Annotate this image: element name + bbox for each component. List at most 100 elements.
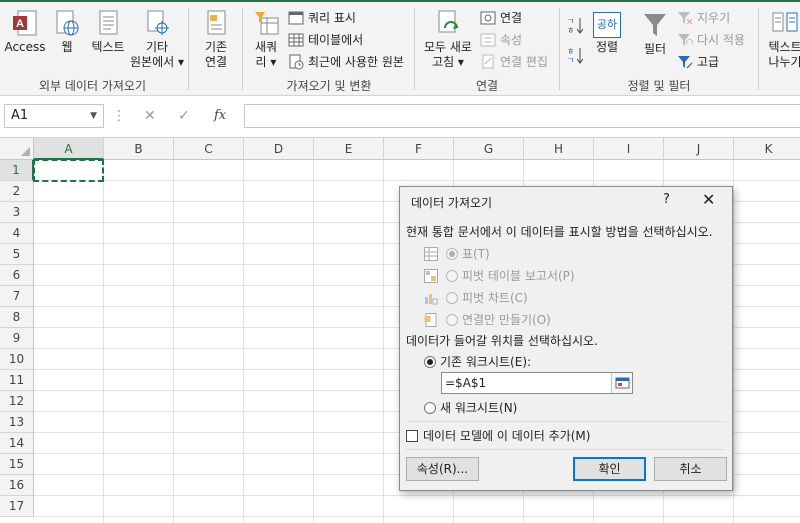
ribbon-separator — [242, 8, 243, 90]
sort-ascending-button[interactable]: ㄱㅎ — [567, 14, 587, 35]
row-header-9[interactable]: 9 — [0, 328, 34, 349]
ribbon-separator — [414, 8, 415, 90]
grid-column-line — [243, 160, 244, 523]
ribbon: A Access 웹 텍스트 기타 원본에서 ▾ 외부 데이터 가져오기 기존 … — [0, 0, 800, 96]
option-pivot-chart[interactable]: 피벗 차트(C) — [424, 289, 528, 307]
row-header-15[interactable]: 15 — [0, 454, 34, 475]
advanced-filter-icon — [677, 54, 693, 70]
column-header-h[interactable]: H — [524, 138, 594, 160]
filter-button[interactable]: 필터 — [637, 10, 673, 57]
sort-descending-button[interactable]: ㅎㄱ — [567, 44, 587, 65]
dialog-divider — [406, 421, 726, 422]
new-query-button[interactable]: 새쿼 리 ▾ — [248, 8, 284, 70]
existing-worksheet-option[interactable]: 기존 워크시트(E): — [424, 353, 531, 371]
properties-button[interactable]: 속성(R)... — [406, 457, 479, 481]
connections-button[interactable]: 연결 — [480, 8, 522, 28]
option-pivot-table[interactable]: 피벗 테이블 보고서(P) — [424, 267, 575, 285]
row-header-4[interactable]: 4 — [0, 223, 34, 244]
insert-function-icon[interactable]: fx — [214, 104, 226, 128]
add-to-data-model-label: 데이터 모델에 이 데이터 추가(M) — [423, 429, 591, 443]
option-table-radio[interactable] — [446, 247, 458, 260]
add-to-data-model-checkbox[interactable] — [406, 429, 418, 442]
row-header-1[interactable]: 1 — [0, 160, 34, 181]
view-prompt: 현재 통합 문서에서 이 데이터를 표시할 방법을 선택하십시오. — [406, 225, 713, 239]
other-sources-button[interactable]: 기타 원본에서 ▾ — [128, 8, 186, 70]
refresh-all-label-2: 고침 ▾ — [432, 55, 464, 69]
cancel-entry-icon[interactable]: ✕ — [144, 104, 156, 128]
show-queries-button[interactable]: 쿼리 표시 — [288, 8, 356, 28]
row-header-13[interactable]: 13 — [0, 412, 34, 433]
web-button[interactable]: 웹 — [52, 8, 82, 55]
enter-entry-icon[interactable]: ✓ — [178, 104, 190, 128]
sort-button[interactable]: 공하 정렬 — [591, 12, 623, 55]
range-select-button[interactable] — [611, 373, 632, 393]
row-header-8[interactable]: 8 — [0, 307, 34, 328]
refresh-all-button[interactable]: 모두 새로 고침 ▾ — [420, 8, 476, 70]
existing-connections-button[interactable]: 기존 연결 — [196, 8, 236, 70]
get-transform-group-label: 가져오기 및 변환 — [286, 79, 372, 93]
recent-sources-button[interactable]: 최근에 사용한 원본 — [288, 52, 404, 72]
close-button[interactable]: ✕ — [702, 190, 715, 209]
text-button[interactable]: 텍스트 — [86, 8, 130, 55]
name-box-value: A1 — [11, 108, 29, 123]
row-header-5[interactable]: 5 — [0, 244, 34, 265]
column-header-d[interactable]: D — [244, 138, 314, 160]
column-header-i[interactable]: I — [594, 138, 664, 160]
new-query-label-1: 새쿼 — [254, 40, 278, 54]
option-pivot-chart-radio[interactable] — [446, 291, 458, 304]
access-icon: A — [10, 8, 40, 38]
row-header-12[interactable]: 12 — [0, 391, 34, 412]
row-header-17[interactable]: 17 — [0, 496, 34, 517]
row-header-11[interactable]: 11 — [0, 370, 34, 391]
text-to-columns-button[interactable]: 텍스트 나누기 — [762, 8, 800, 70]
advanced-filter-label: 고급 — [697, 55, 720, 69]
advanced-filter-button[interactable]: 고급 — [677, 52, 719, 72]
row-header-6[interactable]: 6 — [0, 265, 34, 286]
option-table[interactable]: 표(T) — [424, 245, 490, 263]
reapply-label: 다시 적용 — [697, 33, 745, 47]
ok-button[interactable]: 확인 — [573, 457, 646, 481]
name-box-dropdown-icon[interactable]: ▼ — [90, 105, 97, 127]
new-worksheet-radio[interactable] — [424, 401, 436, 414]
option-connection-only-radio[interactable] — [446, 313, 458, 326]
row-header-7[interactable]: 7 — [0, 286, 34, 307]
active-cell-a1[interactable] — [33, 159, 104, 182]
row-header-14[interactable]: 14 — [0, 433, 34, 454]
column-header-k[interactable]: K — [734, 138, 800, 160]
clear-filter-button[interactable]: 지우기 — [677, 8, 730, 28]
help-button[interactable]: ? — [663, 192, 670, 207]
add-to-data-model-option[interactable]: 데이터 모델에 이 데이터 추가(M) — [406, 427, 590, 445]
reapply-button[interactable]: 다시 적용 — [677, 30, 745, 50]
row-header-16[interactable]: 16 — [0, 475, 34, 496]
reference-input[interactable]: =$A$1 — [441, 372, 633, 394]
from-table-button[interactable]: 테이블에서 — [288, 30, 363, 50]
row-header-3[interactable]: 3 — [0, 202, 34, 223]
clear-filter-label: 지우기 — [697, 11, 731, 25]
select-all-corner[interactable] — [0, 138, 34, 160]
formula-input[interactable] — [244, 104, 800, 128]
edit-links-icon — [480, 54, 496, 70]
column-header-j[interactable]: J — [664, 138, 734, 160]
get-external-data-group: A Access 웹 텍스트 기타 원본에서 ▾ 외부 데이터 가져오기 — [0, 4, 185, 96]
edit-links-button[interactable]: 연결 편집 — [480, 52, 548, 72]
column-header-f[interactable]: F — [384, 138, 454, 160]
column-header-a[interactable]: A — [34, 138, 104, 160]
column-header-e[interactable]: E — [314, 138, 384, 160]
name-box[interactable]: A1 ▼ — [4, 104, 104, 128]
column-header-g[interactable]: G — [454, 138, 524, 160]
text-to-columns-label-2: 나누기 — [768, 55, 800, 69]
grid-column-line — [103, 160, 104, 523]
properties-ribbon-button[interactable]: 속성 — [480, 30, 522, 50]
collapse-dialog-icon — [615, 377, 630, 389]
option-pivot-table-radio[interactable] — [446, 269, 458, 282]
column-header-c[interactable]: C — [174, 138, 244, 160]
row-header-10[interactable]: 10 — [0, 349, 34, 370]
row-header-2[interactable]: 2 — [0, 181, 34, 202]
cancel-button[interactable]: 취소 — [654, 457, 727, 481]
connections-icon — [480, 10, 496, 26]
column-header-b[interactable]: B — [104, 138, 174, 160]
new-worksheet-option[interactable]: 새 워크시트(N) — [424, 399, 517, 417]
existing-worksheet-radio[interactable] — [424, 355, 436, 368]
access-button[interactable]: A Access — [4, 8, 46, 55]
option-connection-only[interactable]: 연결만 만들기(O) — [424, 311, 551, 329]
